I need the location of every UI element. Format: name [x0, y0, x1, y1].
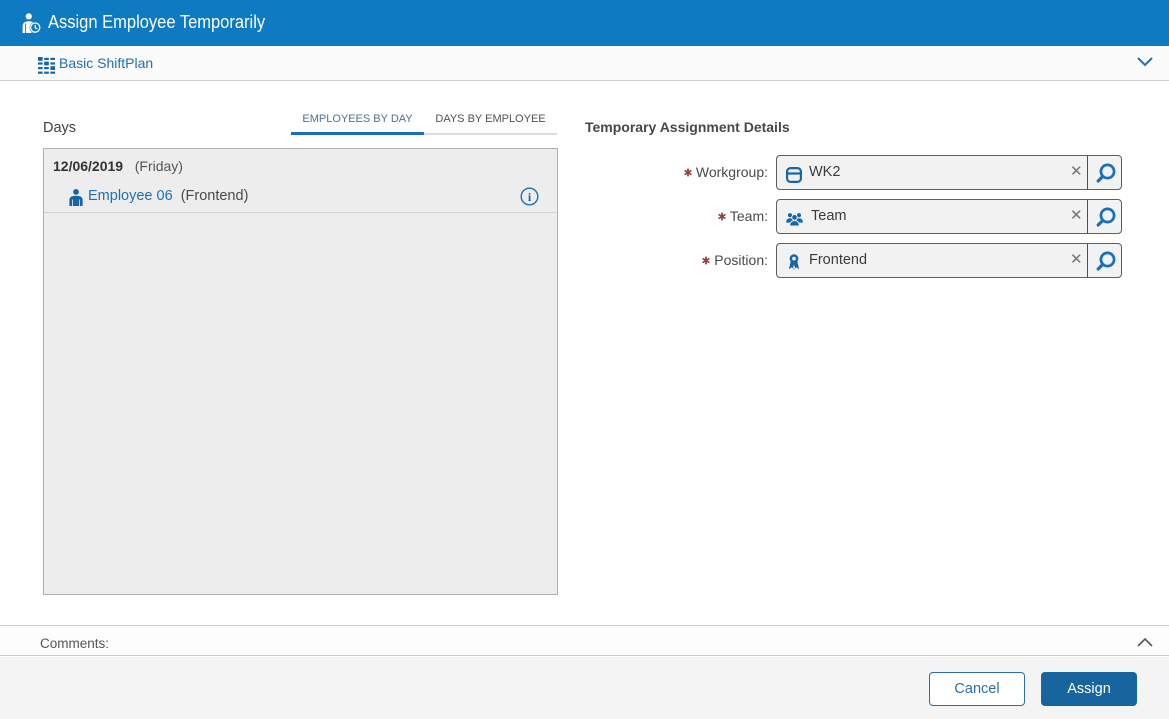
svg-text:i: i	[528, 190, 532, 204]
